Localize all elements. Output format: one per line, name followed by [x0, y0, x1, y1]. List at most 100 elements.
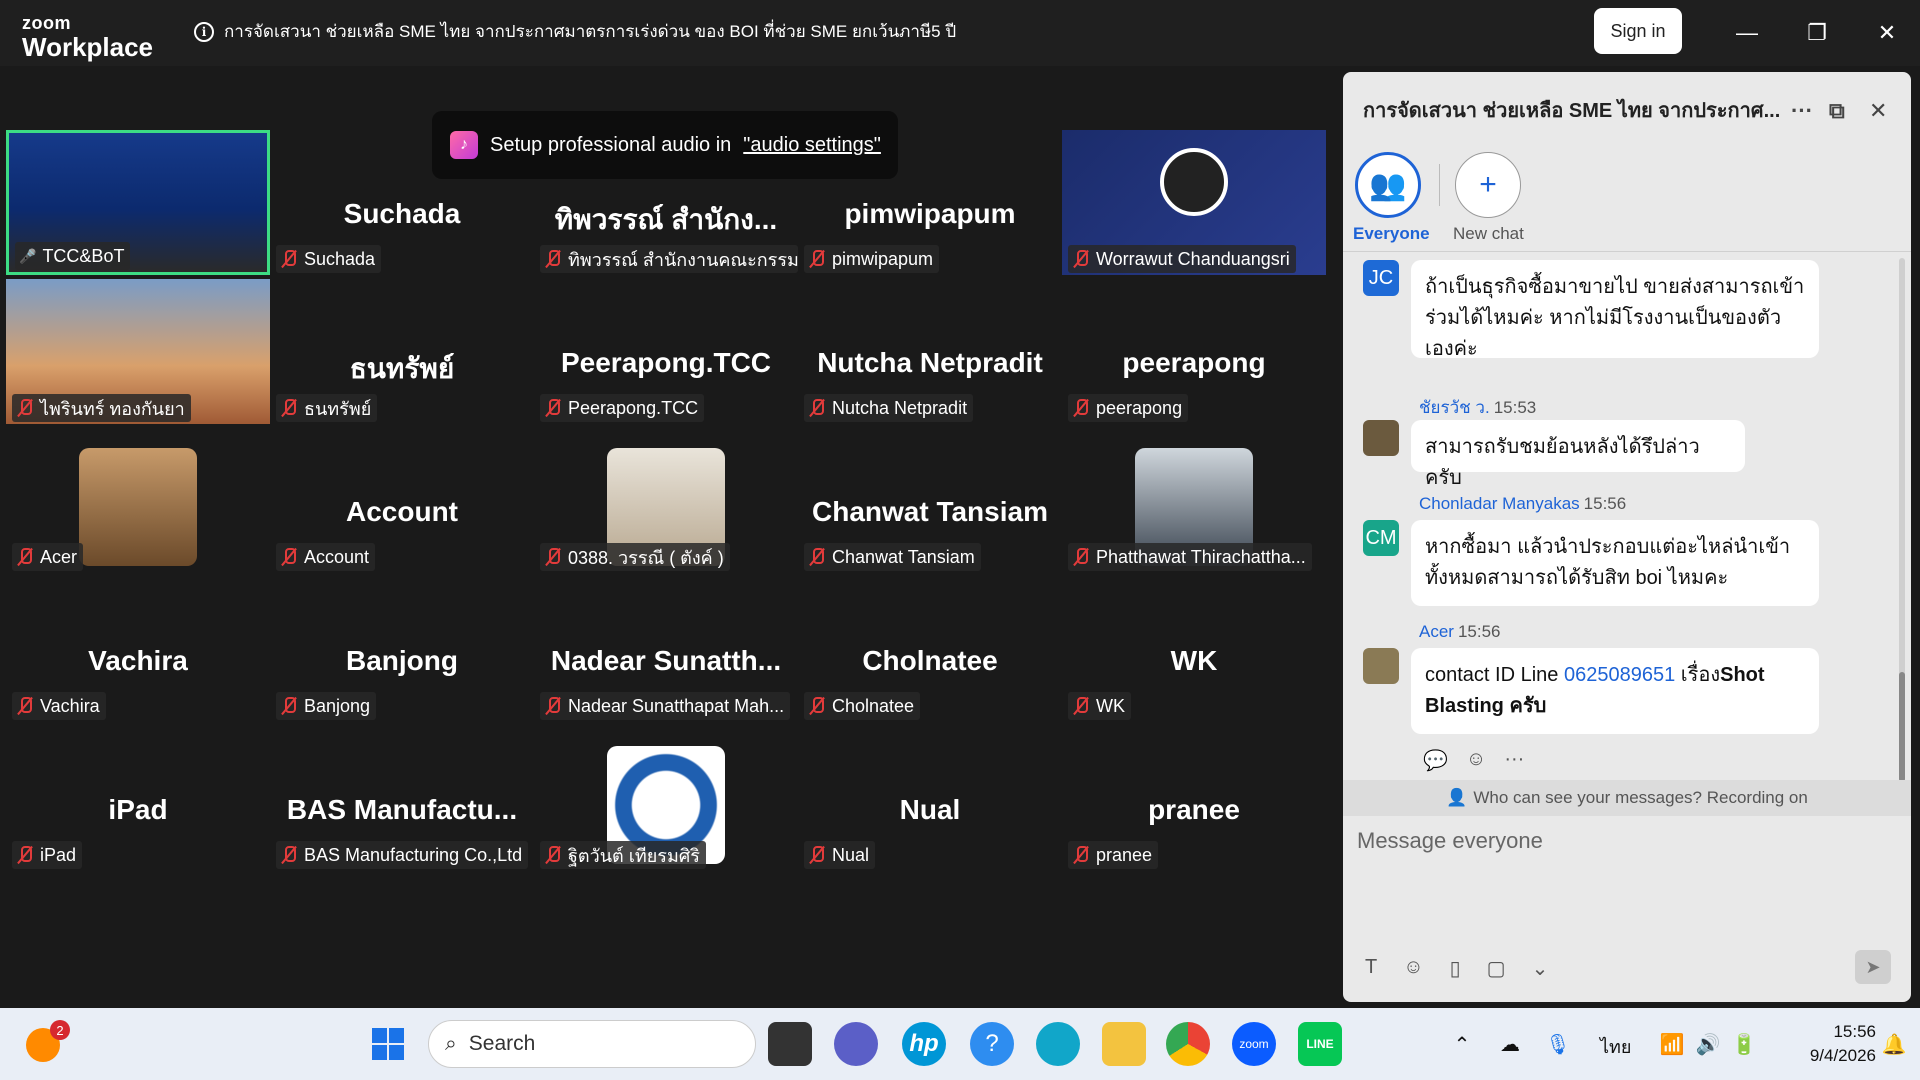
battery-icon[interactable]: 🔋 [1722, 1022, 1766, 1066]
participant-tile[interactable]: ฐิตวันต์ เทียรมศิริ [534, 726, 798, 871]
message-time: 15:53 [1493, 398, 1537, 417]
hp-icon[interactable]: hp [902, 1022, 946, 1066]
taskbar-search[interactable]: ⌕ Search [428, 1020, 756, 1068]
windows-taskbar: 2 ⌕ Search hp ? zoom LINE ⌃ ☁ 🎙 ไทย 📶 🔊 … [0, 1008, 1920, 1080]
emoji-react-icon[interactable]: ☺ [1466, 748, 1486, 773]
microphone-icon[interactable]: 🎙 [1536, 1022, 1580, 1066]
notification-bell-icon[interactable]: 🔔 [1872, 1022, 1916, 1066]
participant-tile[interactable]: Nual Nual [798, 726, 1062, 871]
meet-icon[interactable] [834, 1022, 878, 1066]
file-icon[interactable]: ▯ [1450, 956, 1461, 981]
message-bubble: contact ID Line 0625089651 เรื่องShot Bl… [1411, 648, 1819, 734]
participant-display-name: Vachira [88, 645, 188, 676]
audio-settings-toast[interactable]: ♪ Setup professional audio in "audio set… [432, 111, 898, 179]
participant-tile[interactable]: Account Account [270, 428, 534, 573]
screenshot-icon[interactable]: ▢ [1487, 956, 1506, 981]
chat-scroll-thumb[interactable] [1899, 672, 1905, 782]
message-bubble: ถ้าเป็นธุรกิจซื้อมาขายไป ขายส่งสามารถเข้… [1411, 260, 1819, 360]
mic-muted-icon [1072, 547, 1090, 567]
help-icon[interactable]: ? [970, 1022, 1014, 1066]
message-meta: Acer 15:56 [1419, 622, 1501, 642]
message-meta: ชัยรวัช ว. 15:53 [1419, 394, 1536, 421]
participant-name: peerapong [1096, 397, 1183, 418]
participant-tile[interactable]: Chanwat Tansiam Chanwat Tansiam [798, 428, 1062, 573]
participant-display-name: ธนทรัพย์ [349, 353, 455, 384]
popout-icon[interactable]: ⧉ [1829, 98, 1845, 124]
line-icon[interactable]: LINE [1298, 1022, 1342, 1066]
file-explorer-icon[interactable] [1102, 1022, 1146, 1066]
participant-display-name: pimwipapum [844, 198, 1016, 229]
participant-name: Nutcha Netpradit [832, 397, 968, 418]
participant-tile[interactable]: Phatthawat Thirachattha... [1062, 428, 1326, 573]
participant-tile[interactable]: ไพรินทร์ ทองกันยา [6, 279, 270, 424]
participant-display-name: Suchada [343, 198, 461, 229]
sender-name[interactable]: Chonladar Manyakas [1419, 494, 1580, 513]
sign-in-button[interactable]: Sign in [1594, 8, 1682, 54]
onedrive-icon[interactable]: ☁ [1488, 1022, 1532, 1066]
participant-tile[interactable]: WK WK [1062, 577, 1326, 722]
avatar [1363, 420, 1399, 456]
participant-tile[interactable]: peerapong peerapong [1062, 279, 1326, 424]
participant-tile[interactable]: Acer [6, 428, 270, 573]
participant-tile[interactable]: pranee pranee [1062, 726, 1326, 871]
info-icon[interactable]: i [194, 21, 214, 42]
search-label: Search [468, 1032, 536, 1055]
edge-icon[interactable] [1036, 1022, 1080, 1066]
participant-name-label: WK [1068, 692, 1131, 720]
more-options-icon[interactable]: ··· [1791, 98, 1813, 124]
sender-name[interactable]: ชัยรวัช ว. [1419, 398, 1490, 417]
reply-icon[interactable]: 💬 [1423, 748, 1448, 773]
plus-icon: + [1455, 152, 1521, 218]
participant-tile[interactable]: iPad iPad [6, 726, 270, 871]
participant-name-label: ไพรินทร์ ทองกันยา [12, 394, 191, 422]
language-indicator[interactable]: ไทย [1600, 1032, 1631, 1061]
participant-tile[interactable]: Worrawut Chanduangsri [1062, 130, 1326, 275]
participant-tile[interactable]: 🎤 TCC&BoT [6, 130, 270, 275]
message-visibility-bar[interactable]: 👤 Who can see your messages? Recording o… [1343, 780, 1911, 816]
tab-everyone[interactable]: 👥 Everyone [1353, 152, 1430, 244]
minimize-window-button[interactable]: — [1732, 18, 1762, 48]
tab-new-chat[interactable]: + New chat [1453, 152, 1524, 244]
participant-tile[interactable]: Nadear Sunatth... Nadear Sunatthapat Mah.… [534, 577, 798, 722]
close-chat-icon[interactable]: ✕ [1869, 98, 1887, 124]
clock[interactable]: 15:56 9/4/2026 [1776, 1020, 1876, 1068]
sender-name[interactable]: Acer [1419, 622, 1454, 641]
task-view-icon[interactable] [768, 1022, 812, 1066]
participant-tile[interactable]: 0388. วรรณี ( ตังค์ ) [534, 428, 798, 573]
tab-divider [1439, 164, 1440, 206]
participant-tile[interactable]: ธนทรัพย์ ธนทรัพย์ [270, 279, 534, 424]
chevron-up-icon[interactable]: ⌃ [1440, 1022, 1484, 1066]
compose-toolbar: T ☺ ▯ ▢ ⌄ [1365, 956, 1548, 981]
text-format-icon[interactable]: T [1365, 956, 1377, 981]
chrome-icon[interactable] [1166, 1022, 1210, 1066]
participant-name: Acer [40, 546, 78, 567]
more-actions-icon[interactable]: ··· [1504, 748, 1524, 773]
close-window-button[interactable]: ✕ [1872, 18, 1902, 48]
participant-tile[interactable]: Banjong Banjong [270, 577, 534, 722]
restore-window-button[interactable]: ❐ [1802, 18, 1832, 48]
mic-muted-icon [16, 696, 34, 716]
participant-tile[interactable]: Vachira Vachira [6, 577, 270, 722]
emoji-icon[interactable]: ☺ [1403, 956, 1423, 981]
zoom-taskbar-icon[interactable]: zoom [1232, 1022, 1276, 1066]
person-icon: 👤 [1446, 788, 1468, 807]
chevron-down-icon[interactable]: ⌄ [1532, 956, 1549, 981]
message-input[interactable]: Message everyone [1357, 828, 1543, 854]
participant-tile[interactable]: Cholnatee Cholnatee [798, 577, 1062, 722]
participant-tile[interactable]: BAS Manufactu... BAS Manufacturing Co.,Lt… [270, 726, 534, 871]
mic-muted-icon [280, 547, 298, 567]
mic-muted-icon [808, 547, 826, 567]
logo-line2: Workplace [22, 32, 154, 62]
participant-tile[interactable]: Nutcha Netpradit Nutcha Netpradit [798, 279, 1062, 424]
send-button[interactable]: ➤ [1855, 950, 1891, 984]
mic-muted-icon [544, 845, 562, 865]
audio-settings-link[interactable]: "audio settings" [743, 134, 881, 157]
participant-tile[interactable]: Peerapong.TCC Peerapong.TCC [534, 279, 798, 424]
participant-name: pranee [1096, 844, 1153, 865]
participant-name-label: pimwipapum [804, 245, 940, 273]
participant-display-name: Cholnatee [862, 645, 998, 676]
phone-link[interactable]: 0625089651 [1564, 664, 1675, 686]
meeting-info[interactable]: i การจัดเสวนา ช่วยเหลือ SME ไทย จากประกา… [194, 18, 956, 45]
windows-start-icon[interactable] [366, 1022, 410, 1066]
mic-muted-icon [544, 547, 562, 567]
